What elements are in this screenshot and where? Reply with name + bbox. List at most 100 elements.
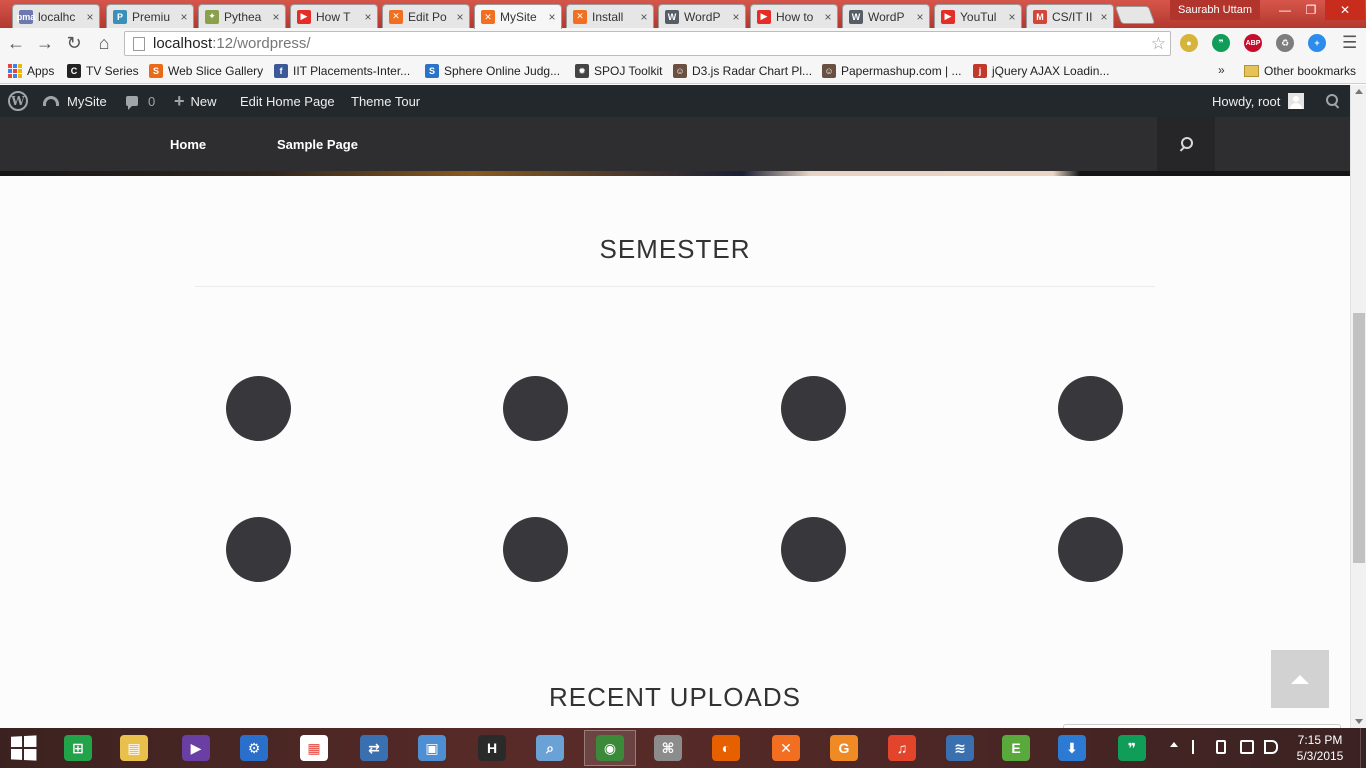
nav-item-sample-page[interactable]: Sample Page (277, 117, 358, 171)
close-tab-icon[interactable]: × (823, 10, 833, 24)
close-tab-icon[interactable]: × (547, 10, 557, 24)
network-icon[interactable] (1240, 740, 1254, 754)
site-name-menu[interactable]: MySite (43, 85, 107, 117)
close-tab-icon[interactable]: × (639, 10, 649, 24)
browser-tab[interactable]: ✦ Pythea × (198, 4, 286, 28)
taskbar-app[interactable]: ⚙ (228, 730, 280, 766)
minimize-button[interactable]: — (1272, 0, 1298, 20)
edit-home-page-link[interactable]: Edit Home Page (240, 85, 335, 117)
close-tab-icon[interactable]: × (1007, 10, 1017, 24)
close-tab-icon[interactable]: × (1099, 10, 1109, 24)
new-tab-button[interactable] (1114, 6, 1156, 24)
browser-tab[interactable]: ✕ Install × (566, 4, 654, 28)
adblock-plus-icon[interactable]: ABP (1244, 34, 1262, 52)
browser-tab[interactable]: ▶ How to × (750, 4, 838, 28)
semester-item[interactable] (503, 517, 568, 582)
bookmark-item[interactable]: S Web Slice Gallery (149, 63, 263, 79)
close-tab-icon[interactable]: × (731, 10, 741, 24)
admin-search-button[interactable] (1326, 85, 1340, 117)
taskbar-app[interactable]: ⬇ (1046, 730, 1098, 766)
close-window-button[interactable]: ✕ (1325, 0, 1365, 20)
back-to-top-button[interactable] (1271, 650, 1329, 708)
close-tab-icon[interactable]: × (271, 10, 281, 24)
bookmarks-overflow-button[interactable]: » (1218, 63, 1225, 77)
browser-tab[interactable]: W WordP × (658, 4, 746, 28)
taskbar-app[interactable]: ⌘ (642, 730, 694, 766)
close-tab-icon[interactable]: × (363, 10, 373, 24)
taskbar-app[interactable]: ▣ (406, 730, 458, 766)
browser-tab[interactable]: P Premiu × (106, 4, 194, 28)
taskbar-app[interactable]: ≋ (934, 730, 986, 766)
start-button[interactable] (11, 735, 39, 761)
show-hidden-icons-arrow-icon[interactable] (1170, 742, 1178, 747)
scroll-up-arrow-icon[interactable] (1355, 89, 1363, 94)
bookmark-star-icon[interactable]: ☆ (1151, 34, 1166, 54)
page-scrollbar[interactable] (1350, 85, 1366, 728)
taskbar-app[interactable]: ▶ (170, 730, 222, 766)
browser-tab[interactable]: ✕ Edit Po × (382, 4, 470, 28)
browser-tab[interactable]: ✕ MySite × (474, 4, 562, 29)
bookmark-item[interactable]: f IIT Placements-Inter... (274, 63, 410, 79)
maximize-button[interactable]: ❐ (1298, 0, 1324, 20)
semester-item[interactable] (503, 376, 568, 441)
address-bar[interactable]: localhost:12/wordpress/ ☆ (124, 31, 1171, 56)
browser-tab[interactable]: pma localhc × (12, 4, 100, 28)
browser-tab[interactable]: ▶ YouTul × (934, 4, 1022, 28)
show-desktop-button[interactable] (1360, 728, 1366, 768)
bookmark-item[interactable]: S Sphere Online Judg... (425, 63, 560, 79)
bookmark-item[interactable]: ☺ Papermashup.com | ... (822, 63, 962, 79)
taskbar-app[interactable]: ◐ (700, 730, 752, 766)
my-account-menu[interactable]: Howdy, root (1212, 85, 1305, 117)
close-tab-icon[interactable]: × (85, 10, 95, 24)
taskbar-app[interactable]: ▤ (108, 730, 160, 766)
nav-item-home[interactable]: Home (170, 117, 206, 171)
semester-item[interactable] (781, 517, 846, 582)
semester-item[interactable] (1058, 376, 1123, 441)
recycle-icon[interactable]: ♻ (1276, 34, 1294, 52)
browser-tab[interactable]: M CS/IT II × (1026, 4, 1114, 28)
new-content-menu[interactable]: + New (174, 85, 217, 117)
semester-item[interactable] (1058, 517, 1123, 582)
bookmark-item[interactable]: ☺ D3.js Radar Chart Pl... (673, 63, 812, 79)
taskbar-app[interactable]: H (466, 730, 518, 766)
close-tab-icon[interactable]: × (179, 10, 189, 24)
bookmark-item[interactable]: ✹ SPOJ Toolkit (575, 63, 662, 79)
bookmark-item[interactable]: j jQuery AJAX Loadin... (973, 63, 1109, 79)
profile-button[interactable]: Saurabh Uttam (1170, 0, 1260, 20)
battery-icon[interactable] (1216, 740, 1226, 754)
close-tab-icon[interactable]: × (915, 10, 925, 24)
other-bookmarks-folder[interactable]: Other bookmarks (1244, 63, 1356, 79)
site-search-button[interactable] (1157, 117, 1215, 171)
semester-item[interactable] (781, 376, 846, 441)
reload-icon[interactable]: ↻ (63, 32, 85, 54)
taskbar-app[interactable]: ▦ (288, 730, 340, 766)
circle-extension-icon[interactable]: ● (1180, 34, 1198, 52)
back-arrow-icon[interactable]: ← (5, 32, 27, 54)
forward-arrow-icon[interactable]: → (34, 32, 56, 54)
scroll-down-arrow-icon[interactable] (1355, 719, 1363, 724)
bookmark-item[interactable]: Apps (8, 63, 54, 79)
semester-item[interactable] (226, 517, 291, 582)
browser-tab[interactable]: ▶ How T × (290, 4, 378, 28)
taskbar-app[interactable]: ⇄ (348, 730, 400, 766)
taskbar-app[interactable]: ❞ (1106, 730, 1158, 766)
system-clock[interactable]: 7:15 PM 5/3/2015 (1290, 732, 1350, 764)
theme-tour-link[interactable]: Theme Tour (351, 85, 420, 117)
browser-tab[interactable]: W WordP × (842, 4, 930, 28)
close-tab-icon[interactable]: × (455, 10, 465, 24)
action-center-flag-icon[interactable] (1192, 740, 1206, 754)
bookmark-item[interactable]: C TV Series (67, 63, 139, 79)
taskbar-app[interactable]: ♫ (876, 730, 928, 766)
taskbar-app[interactable]: ◉ (584, 730, 636, 766)
semester-item[interactable] (226, 376, 291, 441)
taskbar-app[interactable]: ✕ (760, 730, 812, 766)
plus-extension-icon[interactable]: + (1308, 34, 1326, 52)
wp-logo-menu[interactable]: W (8, 85, 28, 117)
taskbar-app[interactable]: ⊞ (52, 730, 104, 766)
hangouts-extension-icon[interactable]: ❞ (1212, 34, 1230, 52)
chrome-menu-icon[interactable]: ☰ (1342, 33, 1357, 53)
volume-icon[interactable] (1264, 740, 1278, 754)
taskbar-app[interactable]: ⌕ (524, 730, 576, 766)
scrollbar-thumb[interactable] (1353, 313, 1365, 563)
comments-menu[interactable]: 0 (126, 85, 155, 117)
